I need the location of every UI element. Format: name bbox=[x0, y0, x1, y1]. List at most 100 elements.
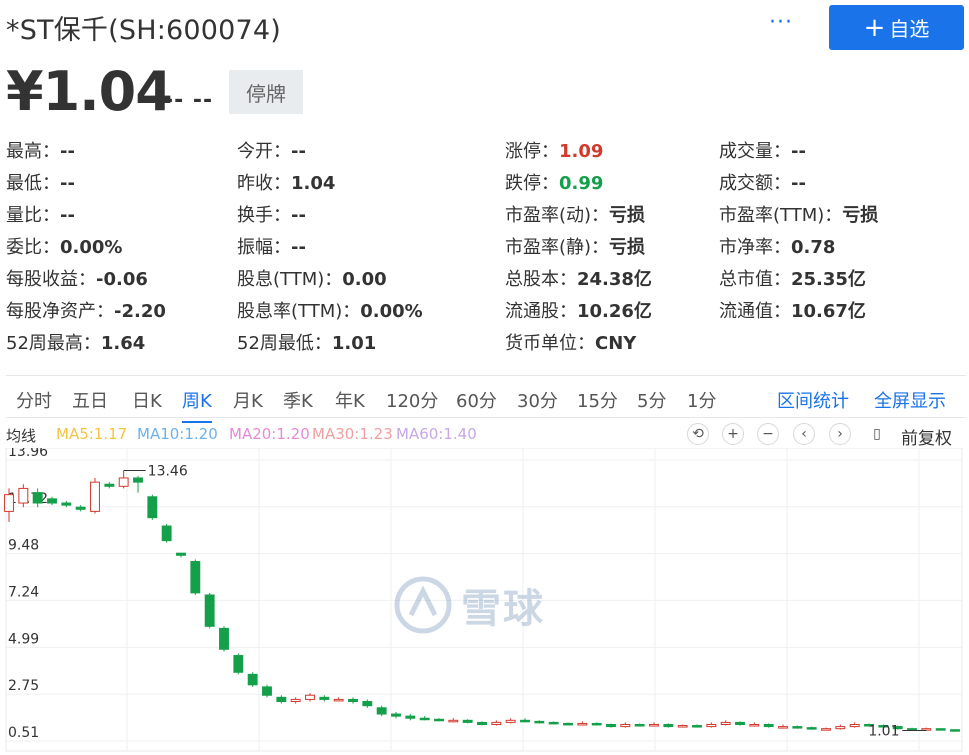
quote-label: 换手： bbox=[237, 205, 291, 226]
quote-label: 市净率： bbox=[719, 237, 791, 258]
quote-item: 52周最低：1.01 bbox=[237, 329, 376, 355]
candle-body bbox=[591, 722, 602, 726]
quote-item: 委比：0.00% bbox=[6, 233, 122, 259]
candle-body bbox=[763, 723, 774, 728]
quote-label: 最高： bbox=[6, 141, 60, 162]
period-tab[interactable]: 30分 bbox=[517, 387, 558, 413]
quote-item: 振幅：-- bbox=[237, 233, 306, 259]
candle-body bbox=[491, 721, 502, 725]
fullscreen-link[interactable]: 全屏显示 bbox=[874, 387, 946, 413]
candle-body bbox=[634, 723, 645, 727]
candle-body bbox=[720, 721, 731, 725]
add-to-watchlist-button[interactable]: + 自选 bbox=[829, 5, 964, 50]
quote-item: 流通股：10.26亿 bbox=[505, 297, 652, 323]
add-to-watchlist-label: 自选 bbox=[889, 17, 930, 41]
quote-item: 流通值：10.67亿 bbox=[719, 297, 866, 323]
y-tick-label: 13.96 bbox=[8, 448, 48, 460]
quote-value: 1.64 bbox=[100, 333, 146, 354]
quote-label: 每股收益： bbox=[6, 269, 96, 290]
period-tab[interactable]: 分时 bbox=[16, 387, 52, 413]
ma-title: 均线 bbox=[6, 427, 37, 445]
price-row: ¥1.04 -- -- 停牌 bbox=[0, 58, 969, 128]
candle-body bbox=[778, 726, 788, 729]
quote-value: -- bbox=[60, 141, 75, 162]
quote-item: 成交额：-- bbox=[719, 169, 806, 195]
undo-icon[interactable]: ⟲ bbox=[687, 423, 709, 445]
quote-item: 股息(TTM)：0.00 bbox=[237, 265, 387, 291]
more-options-button[interactable]: ··· bbox=[769, 10, 793, 35]
candle-body bbox=[735, 721, 745, 725]
candle-body bbox=[677, 725, 688, 728]
period-tab[interactable]: 1分 bbox=[687, 387, 716, 413]
quote-item: 换手：-- bbox=[237, 201, 306, 227]
candle-body bbox=[147, 496, 158, 519]
ma-indicator-label[interactable]: MA5:1.17 bbox=[56, 425, 127, 443]
candle-body bbox=[176, 552, 186, 556]
candle-body bbox=[75, 506, 86, 510]
candle-body bbox=[620, 723, 631, 728]
quote-label: 涨停： bbox=[505, 141, 559, 162]
quote-label: 52周最高： bbox=[6, 333, 101, 354]
candle-body bbox=[133, 477, 143, 483]
candle-body bbox=[190, 561, 201, 594]
quote-value: 10.26亿 bbox=[577, 301, 652, 322]
period-tab[interactable]: 五日 bbox=[72, 387, 108, 413]
candle-type-icon[interactable]: ▯ bbox=[866, 423, 888, 445]
quote-label: 流通值： bbox=[719, 301, 791, 322]
quote-label: 货币单位： bbox=[505, 333, 595, 354]
quote-item: 每股收益：-0.06 bbox=[6, 265, 148, 291]
candle-body bbox=[376, 707, 387, 715]
scroll-right-icon[interactable]: › bbox=[829, 423, 851, 445]
period-tab[interactable]: 120分 bbox=[386, 387, 438, 413]
candle-body bbox=[90, 481, 100, 512]
candle-body bbox=[104, 483, 115, 487]
max-price-label: 13.46 bbox=[148, 463, 188, 479]
range-stats-link[interactable]: 区间统计 bbox=[777, 387, 849, 413]
candle-body bbox=[692, 725, 702, 728]
ma-indicator-label[interactable]: MA30:1.23 bbox=[312, 425, 393, 443]
candle-body bbox=[792, 726, 803, 729]
zoom-in-icon[interactable]: + bbox=[722, 423, 744, 445]
candle-body bbox=[563, 722, 573, 726]
quote-label: 市盈率(TTM)： bbox=[719, 205, 843, 226]
quote-value: 0.99 bbox=[559, 173, 604, 194]
ma-indicator-label[interactable]: MA20:1.20 bbox=[229, 425, 310, 443]
quote-item: 市盈率(动)：亏损 bbox=[505, 201, 645, 227]
period-tab[interactable]: 年K bbox=[335, 387, 365, 413]
candle-body bbox=[935, 728, 946, 731]
price-adjust-select[interactable]: 前复权 bbox=[901, 424, 952, 449]
period-tab[interactable]: 周K bbox=[182, 387, 212, 423]
quote-label: 振幅： bbox=[237, 237, 291, 258]
quote-value: -0.06 bbox=[96, 269, 148, 290]
candle-body bbox=[749, 723, 760, 727]
y-tick-label: 2.75 bbox=[8, 678, 39, 694]
quote-value: 1.09 bbox=[559, 141, 604, 162]
period-tab[interactable]: 日K bbox=[132, 387, 162, 413]
candle-body bbox=[305, 694, 315, 700]
y-tick-label: 7.24 bbox=[8, 584, 39, 600]
quote-item: 总股本：24.38亿 bbox=[505, 265, 652, 291]
zoom-out-icon[interactable]: − bbox=[757, 423, 779, 445]
quote-label: 股息(TTM)： bbox=[237, 269, 343, 290]
quote-label: 跌停： bbox=[505, 173, 559, 194]
period-tab[interactable]: 60分 bbox=[456, 387, 497, 413]
quote-item: 最高：-- bbox=[6, 137, 75, 163]
period-tab[interactable]: 季K bbox=[283, 387, 313, 413]
ma-indicator-label[interactable]: MA60:1.40 bbox=[396, 425, 477, 443]
candle-body bbox=[835, 726, 846, 730]
period-tab[interactable]: 月K bbox=[233, 387, 263, 413]
candle-body bbox=[204, 594, 215, 627]
candle-body bbox=[462, 719, 473, 723]
quote-label: 流通股： bbox=[505, 301, 577, 322]
candle-body bbox=[247, 673, 258, 686]
quote-label: 成交量： bbox=[719, 141, 791, 162]
period-tab[interactable]: 5分 bbox=[637, 387, 666, 413]
scroll-left-icon[interactable]: ‹ bbox=[793, 423, 815, 445]
ma-indicator-label[interactable]: MA10:1.20 bbox=[137, 425, 218, 443]
candle-body bbox=[849, 723, 860, 728]
period-tab[interactable]: 15分 bbox=[577, 387, 618, 413]
quote-value: -- bbox=[291, 205, 306, 226]
quote-label: 市盈率(动)： bbox=[505, 205, 610, 226]
candle-body bbox=[534, 720, 545, 724]
quote-value: -- bbox=[60, 205, 75, 226]
